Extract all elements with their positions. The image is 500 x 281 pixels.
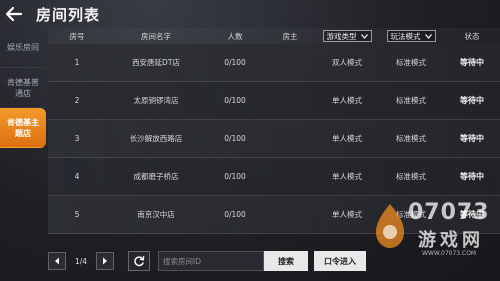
room-number: 1 [74, 58, 80, 67]
room-name: 太原铜锣湾店 [133, 96, 179, 105]
chevron-right-icon [103, 257, 107, 265]
room-status: 等待中 [460, 172, 484, 181]
sidebar-item-label: 娱乐房间 [7, 43, 39, 52]
room-number: 4 [74, 172, 80, 181]
search-button[interactable]: 搜索 [264, 251, 308, 271]
game-type-dropdown[interactable]: 游戏类型 [322, 30, 372, 42]
table-row[interactable]: 2 太原铜锣湾店 0/100 单人模式 标准模式 等待中 [48, 82, 500, 120]
room-play-mode: 标准模式 [396, 96, 426, 105]
password-join-button[interactable]: 口令进入 [314, 251, 366, 271]
header-play-mode: 玩法模式 [378, 30, 444, 42]
watermark-number: 07073 [408, 200, 490, 225]
sidebar-item-kfc-theme[interactable]: 肯德基主题店 [0, 108, 46, 148]
room-name: 南京汉中店 [137, 210, 175, 219]
header-game-type: 游戏类型 [316, 30, 378, 42]
back-arrow-icon [6, 7, 22, 21]
chevron-down-icon [360, 33, 368, 39]
header-host: 房主 [282, 31, 298, 41]
room-game-type: 单人模式 [332, 210, 362, 219]
game-type-label: 游戏类型 [326, 31, 357, 41]
header-status: 状态 [464, 31, 480, 41]
room-status: 等待中 [460, 96, 484, 105]
table-row[interactable]: 1 西安唐延DT店 0/100 双人模式 标准模式 等待中 [48, 44, 500, 82]
room-name: 成都磨子桥店 [133, 172, 179, 181]
play-mode-label: 玩法模式 [390, 31, 421, 41]
chevron-down-icon [424, 33, 432, 39]
sidebar-item-kfc-regular[interactable]: 肯德基普通店 [0, 68, 46, 108]
table-row[interactable]: 3 长沙解放西路店 0/100 单人模式 标准模式 等待中 [48, 120, 500, 158]
next-page-button[interactable] [96, 252, 114, 270]
refresh-button[interactable] [128, 251, 150, 271]
watermark-site-name: 游戏网 [418, 230, 484, 251]
site-watermark: 07073 游戏网 WWW.07073.COM [372, 196, 500, 266]
watermark-logo-icon [376, 204, 404, 248]
room-number: 5 [74, 210, 80, 219]
room-game-type: 单人模式 [332, 172, 362, 181]
sidebar-item-label: 肯德基普通店 [7, 77, 39, 98]
room-number: 2 [74, 96, 80, 105]
room-people: 0/100 [224, 210, 246, 219]
sidebar: 娱乐房间 肯德基普通店 肯德基主题店 [0, 28, 46, 281]
room-status: 等待中 [460, 134, 484, 143]
prev-page-button[interactable] [48, 252, 66, 270]
page-title: 房间列表 [36, 5, 101, 24]
table-header: 房号 房间名字 人数 房主 游戏类型 玩法模式 状态 [48, 28, 500, 44]
watermark-url: WWW.07073.COM [422, 250, 477, 257]
room-people: 0/100 [224, 172, 246, 181]
header-people: 人数 [227, 31, 243, 41]
page-indicator: 1/4 [74, 256, 88, 266]
header-room-name: 房间名字 [141, 31, 171, 41]
room-game-type: 单人模式 [332, 134, 362, 143]
room-people: 0/100 [224, 58, 246, 67]
refresh-icon [134, 256, 145, 267]
table-row[interactable]: 4 成都磨子桥店 0/100 单人模式 标准模式 等待中 [48, 158, 500, 196]
room-name: 长沙解放西路店 [129, 134, 183, 143]
room-id-search-input[interactable] [158, 251, 264, 271]
back-button[interactable] [0, 0, 28, 28]
room-people: 0/100 [224, 134, 246, 143]
room-game-type: 双人模式 [332, 58, 362, 67]
room-play-mode: 标准模式 [396, 58, 426, 67]
room-play-mode: 标准模式 [396, 172, 426, 181]
top-bar: 房间列表 [0, 0, 500, 28]
room-status: 等待中 [460, 58, 484, 67]
play-mode-dropdown[interactable]: 玩法模式 [386, 30, 436, 42]
header-room-number: 房号 [69, 31, 85, 41]
room-name: 西安唐延DT店 [132, 58, 180, 67]
room-number: 3 [74, 134, 80, 143]
room-people: 0/100 [224, 96, 246, 105]
chevron-left-icon [55, 257, 59, 265]
sidebar-item-label: 肯德基主题店 [7, 117, 39, 138]
room-play-mode: 标准模式 [396, 134, 426, 143]
room-game-type: 单人模式 [332, 96, 362, 105]
sidebar-item-entertainment-rooms[interactable]: 娱乐房间 [0, 28, 46, 68]
